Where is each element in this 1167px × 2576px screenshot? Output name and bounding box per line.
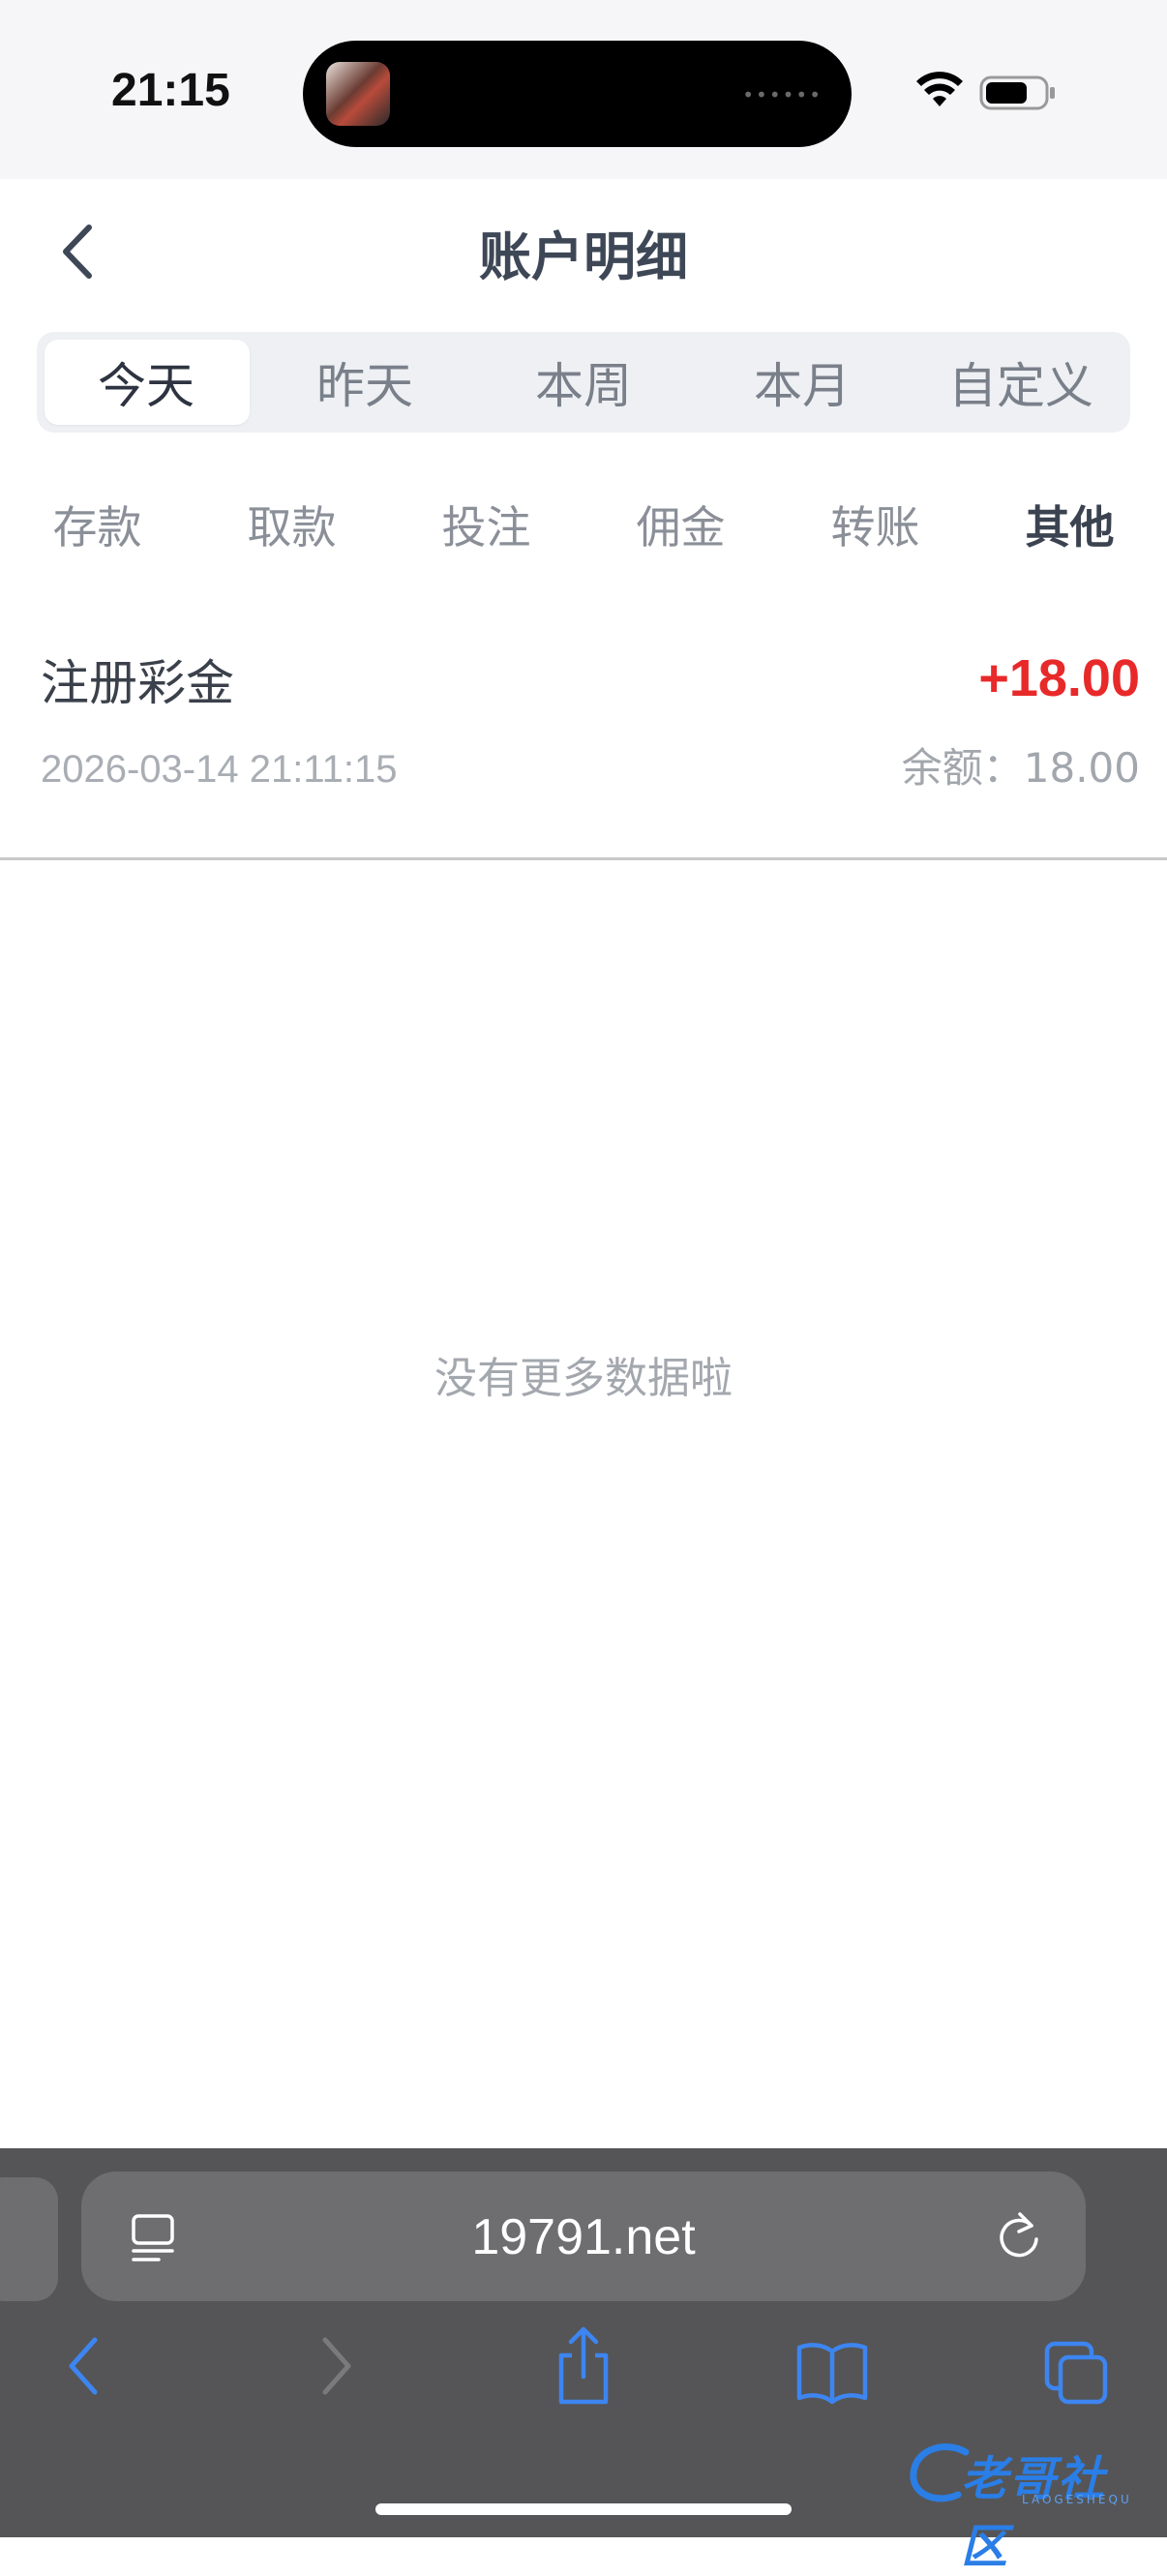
empty-list-message: 没有更多数据啦 — [434, 1354, 733, 1403]
category-bet[interactable]: 投注 — [389, 484, 584, 571]
watermark-logo: 老哥社区 LAOGESHEQU — [908, 2429, 1150, 2574]
tabs-icon[interactable] — [1041, 2322, 1115, 2410]
tab-yesterday[interactable]: 昨天 — [255, 332, 474, 433]
watermark-subtext: LAOGESHEQU — [1022, 2493, 1132, 2506]
category-transfer[interactable]: 转账 — [778, 484, 972, 571]
page-header: 账户明细 — [0, 179, 1167, 319]
page-title: 账户明细 — [479, 226, 688, 287]
transaction-datetime: 2026-03-14 21:11:15 — [41, 748, 398, 791]
home-indicator — [375, 2503, 792, 2515]
category-deposit[interactable]: 存款 — [0, 484, 194, 571]
period-tabs: 今天 昨天 本周 本月 自定义 — [37, 332, 1130, 433]
address-bar[interactable]: 19791.net — [81, 2172, 1086, 2301]
category-tabs: 存款 取款 投注 佣金 转账 其他 — [0, 484, 1167, 571]
transaction-name: 注册彩金 — [41, 655, 234, 711]
watermark-text: 老哥社区 — [961, 2452, 1107, 2574]
transaction-balance: 余额：18.00 — [901, 744, 1140, 792]
category-withdraw[interactable]: 取款 — [194, 484, 389, 571]
category-other[interactable]: 其他 — [972, 484, 1167, 571]
transaction-amount: +18.00 — [978, 649, 1140, 707]
transaction-row: 注册彩金 +18.00 2026-03-14 21:11:15 余额：18.00 — [0, 619, 1167, 860]
status-bar: 21:15 •••••• — [0, 0, 1167, 179]
dynamic-island[interactable]: •••••• — [303, 41, 852, 147]
tab-today[interactable]: 今天 — [37, 332, 255, 433]
tab-custom[interactable]: 自定义 — [912, 332, 1130, 433]
bookmarks-icon[interactable] — [793, 2322, 871, 2410]
battery-icon — [979, 75, 1055, 110]
share-icon[interactable] — [552, 2322, 615, 2410]
tab-this-month[interactable]: 本月 — [693, 332, 912, 433]
reload-icon[interactable] — [993, 2208, 1045, 2264]
forward-icon[interactable] — [312, 2322, 360, 2410]
status-time: 21:15 — [111, 65, 230, 116]
back-icon[interactable] — [60, 2322, 108, 2410]
url-text: 19791.net — [471, 2209, 696, 2265]
previous-tab-peek[interactable] — [0, 2177, 58, 2301]
browser-toolbar — [0, 2322, 1167, 2419]
now-playing-artwork — [326, 62, 390, 126]
wifi-icon — [916, 72, 963, 106]
category-commission[interactable]: 佣金 — [584, 484, 778, 571]
tab-this-week[interactable]: 本周 — [474, 332, 693, 433]
audio-waveform-icon: •••••• — [742, 83, 823, 106]
